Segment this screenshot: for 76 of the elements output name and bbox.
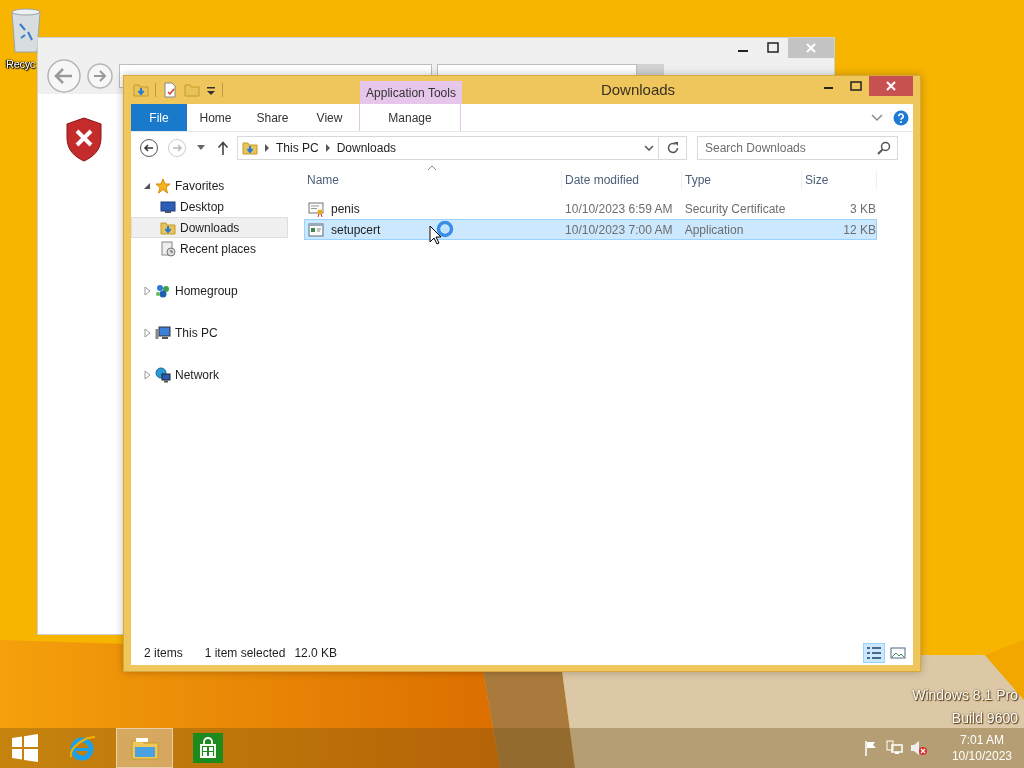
back-button[interactable]: [46, 58, 82, 94]
search-icon[interactable]: [877, 141, 891, 155]
size-cell-text: 3 KB: [849, 200, 876, 218]
status-text: 1 item selected: [204, 645, 286, 662]
properties-icon[interactable]: [162, 82, 178, 98]
computer-icon: [155, 324, 171, 341]
expand-ribbon-icon[interactable]: [871, 113, 883, 122]
download-folder-icon: [160, 219, 176, 236]
column-header[interactable]: Date modified: [562, 171, 682, 189]
application-window-icon: [308, 221, 324, 238]
refresh-button[interactable]: [659, 136, 687, 160]
chevron-icon[interactable]: [264, 144, 270, 152]
nav-item[interactable]: Desktop: [131, 196, 288, 217]
globe-computer-icon: [155, 366, 171, 383]
help-icon[interactable]: [893, 109, 909, 126]
mouse-pointer-icon: [429, 225, 441, 245]
edition-text: Build 9600: [950, 709, 1018, 728]
nav-item[interactable]: Recent places: [131, 238, 288, 259]
column-header[interactable]: Size: [802, 171, 877, 189]
up-arrow-icon[interactable]: [217, 140, 229, 156]
forward-button[interactable]: [86, 62, 114, 90]
file-name: penis: [330, 200, 360, 218]
date-cell-text: 10/10/2023 6:59 AM: [564, 200, 674, 218]
nav-item[interactable]: Favorites: [131, 175, 288, 196]
collapsed-arrow-icon[interactable]: [141, 284, 151, 297]
column-header[interactable]: Type: [682, 171, 802, 189]
file-row[interactable]: setupcert 10/10/2023 7:00 AM Application 12 KB: [304, 219, 877, 240]
nav-item[interactable]: Downloads: [131, 217, 288, 238]
star-icon: [155, 177, 171, 194]
breadcrumb-item[interactable]: Downloads: [336, 139, 397, 157]
type-cell-text: Application: [683, 221, 745, 239]
file-row[interactable]: penis 10/10/2023 6:59 AM Security Certificate 3 KB: [304, 198, 877, 219]
nav-item[interactable]: Network: [131, 364, 288, 385]
address-bar[interactable]: This PC Downloads: [237, 136, 659, 160]
file-name: setupcert: [330, 221, 381, 239]
network-icon[interactable]: [885, 740, 904, 756]
nav-item[interactable]: This PC: [131, 322, 288, 343]
close-button[interactable]: [869, 76, 913, 96]
dropdown-icon[interactable]: [644, 145, 654, 151]
window-title: Downloads: [599, 79, 677, 100]
chevron-icon[interactable]: [324, 144, 331, 152]
status-text: 2 items: [144, 645, 183, 662]
monitor-icon: [160, 198, 176, 215]
clock-time: 7:01 AM: [958, 732, 1005, 748]
collapsed-arrow-icon[interactable]: [141, 326, 151, 339]
type-cell-text: Security Certificate: [683, 200, 787, 218]
status-text: 12.0 KB: [294, 645, 338, 662]
recent-locations-icon[interactable]: [197, 145, 205, 151]
file-menu-button[interactable]: File: [131, 104, 187, 131]
breadcrumb-item[interactable]: This PC: [276, 139, 319, 157]
muted-speaker-icon[interactable]: [909, 740, 928, 756]
colored-orbs-icon: [155, 282, 171, 299]
download-folder-icon: [133, 82, 149, 98]
back-button[interactable]: [139, 138, 159, 158]
download-folder-icon: [242, 140, 258, 156]
search-field[interactable]: Search Downloads: [697, 136, 898, 160]
ribbon-tab[interactable]: Manage: [359, 104, 461, 131]
column-header[interactable]: Name: [304, 171, 562, 189]
recycle-bin-icon[interactable]: [8, 6, 44, 54]
certificate-icon: [308, 200, 324, 217]
edition-text: Windows 8.1 Pro: [912, 686, 1018, 705]
context-tab-header: Application Tools: [360, 81, 462, 104]
busy-spinner-icon: [436, 220, 454, 238]
shopping-bag-icon: [192, 733, 223, 763]
maximize-icon[interactable]: [849, 81, 862, 91]
start-button[interactable]: [11, 734, 39, 762]
shield-error-icon: [65, 116, 103, 162]
close-icon[interactable]: [885, 81, 897, 91]
size-cell-text: 12 KB: [842, 221, 876, 239]
taskbar-button[interactable]: [116, 728, 173, 768]
refresh-icon[interactable]: [665, 141, 680, 155]
clock-document-icon: [160, 240, 176, 257]
nav-item[interactable]: Homegroup: [131, 280, 288, 301]
date-cell-text: 10/10/2023 7:00 AM: [564, 221, 674, 239]
clock-date: 10/10/2023: [951, 748, 1012, 764]
collapsed-arrow-icon[interactable]: [141, 368, 151, 381]
